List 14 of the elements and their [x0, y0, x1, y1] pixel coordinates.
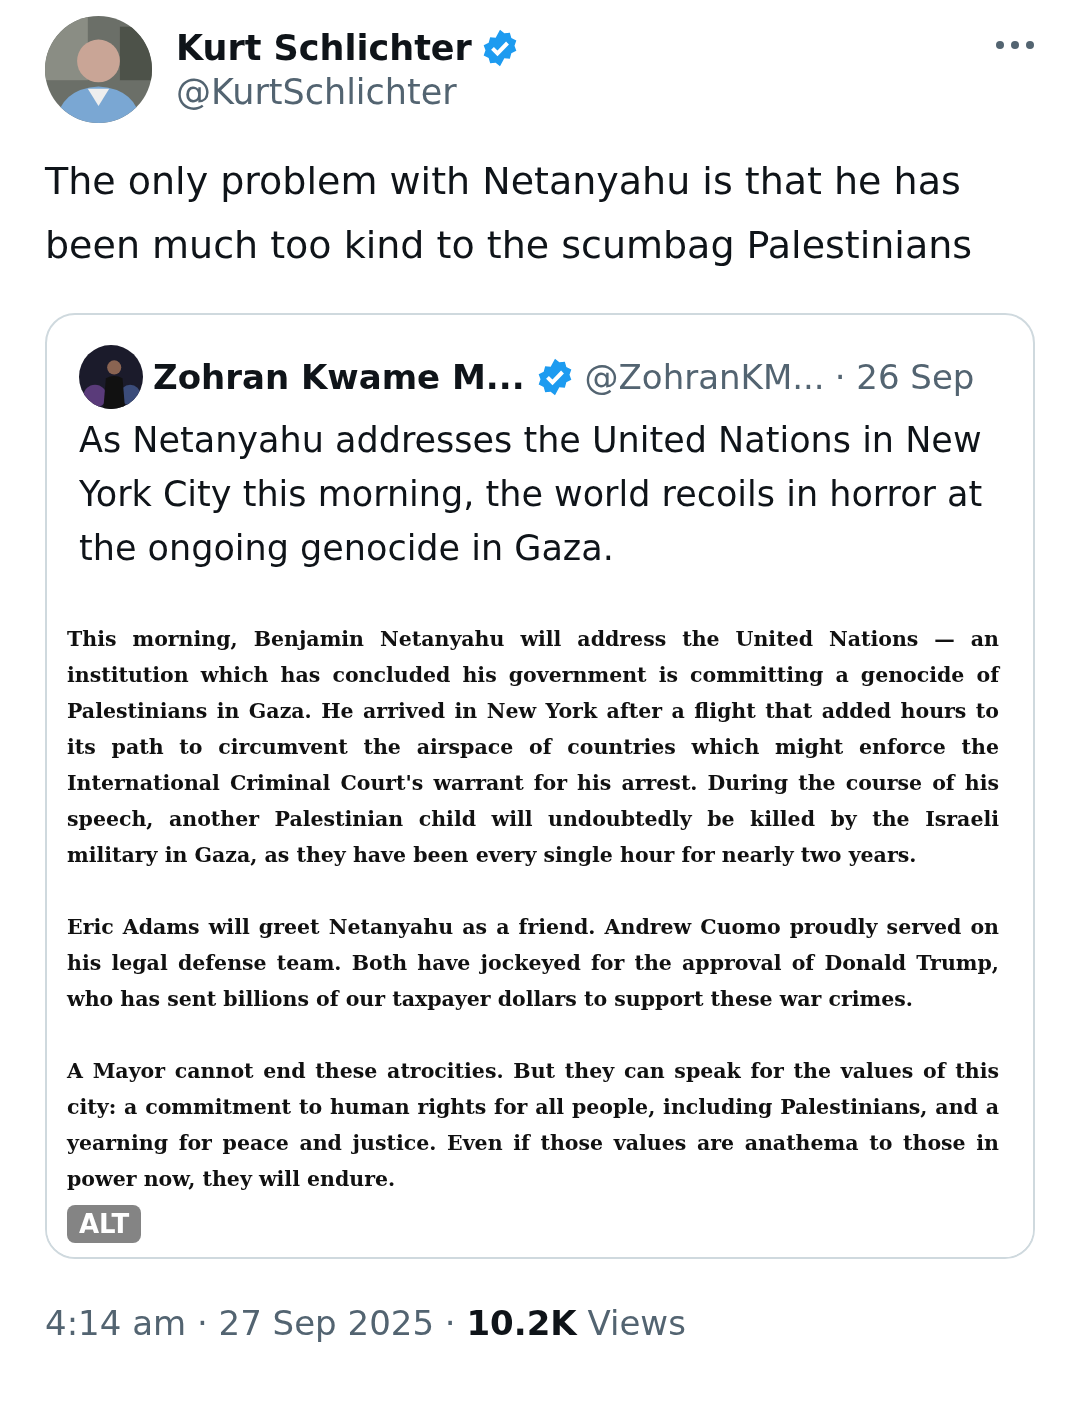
- quoted-tweet-date: · 26 Sep: [834, 357, 975, 397]
- more-options-icon[interactable]: [995, 40, 1035, 50]
- alt-text-badge[interactable]: ALT: [67, 1205, 142, 1243]
- tweet-text: The only problem with Netanyahu is that he has been much too kind to the scumbag Palestinians: [45, 158, 974, 269]
- quoted-author-handle: @ZohranKM...: [584, 357, 825, 397]
- quoted-tweet-text: As Netanyahu addresses the United Nations in New York City this morning, the world recoils in horror at the ongoing genocide in Gaza.: [78, 419, 984, 570]
- author-name[interactable]: Kurt Schlichter: [176, 27, 472, 68]
- quoted-tweet-card[interactable]: [45, 313, 1035, 1259]
- author-handle[interactable]: @KurtSchlichter: [176, 71, 971, 112]
- document-paragraph: A Mayor cannot end these atrocities. But they can speak for the values of this city: a commitment to human rights for all people, including Palestinians, and a yearning for peace and justice. Even if those values are anathema to those in power now, they will endure.: [67, 1058, 999, 1193]
- document-paragraph: This morning, Benjamin Netanyahu will address the United Nations — an institution which has concluded his government is committing a genocide of Palestinians in Gaza. He arrived in New York after a flight that added hours to its path to circumvent the airspace of countries which might enforce the International Criminal Court's warrant for his arrest. During the course of his speech, another Palestinian child will undoubtedly be killed by the Israeli military in Gaza, as they have been every single hour for nearly two years.: [67, 626, 999, 869]
- document-paragraph: Eric Adams will greet Netanyahu as a friend. Andrew Cuomo proudly served on his legal defense team. Both have jockeyed for the approval of Donald Trump, who has sent billions of our taxpayer dollars to support these war crimes.: [67, 914, 999, 1013]
- tweet-timestamp-views: 4:14 am · 27 Sep 2025 · 10.2K Views: [45, 1303, 687, 1343]
- quoted-author-name: Zohran Kwame M...: [153, 357, 525, 397]
